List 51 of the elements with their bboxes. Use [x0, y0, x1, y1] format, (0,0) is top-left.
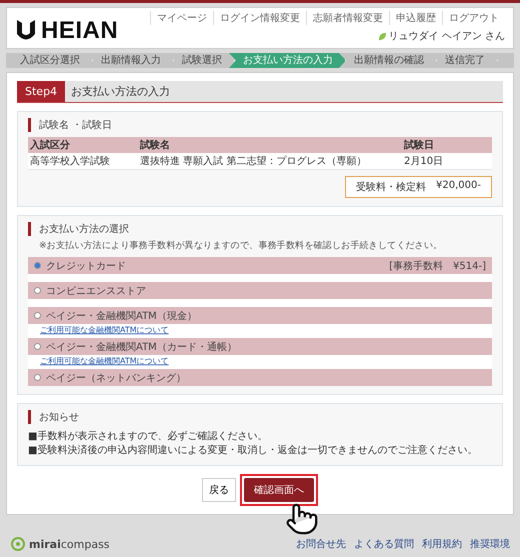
section-heading: 試験名 ・試験日: [28, 118, 492, 132]
payment-option[interactable]: ペイジー・金融機関ATM（カード・通帳）: [28, 338, 492, 355]
progress-step: お支払い方法の入力: [229, 53, 346, 68]
table-cell: 2月10日: [402, 153, 492, 170]
option-label: ペイジー・金融機関ATM（現金）: [46, 310, 197, 322]
radio-button[interactable]: [34, 343, 41, 350]
handling-fee: [事務手数料 ¥514-]: [389, 260, 486, 272]
footer-link[interactable]: 利用規約: [422, 537, 462, 551]
table-cell: 高等学校入学試験: [28, 153, 138, 170]
fee-label: 受験料・検定料: [356, 180, 426, 194]
option-label: コンビニエンスストア: [46, 284, 146, 298]
compass-logo-icon: [10, 536, 26, 552]
option-label: ペイジー・金融機関ATM（カード・通帳）: [46, 340, 237, 354]
radio-button[interactable]: [34, 374, 41, 381]
radio-button[interactable]: [34, 312, 41, 319]
back-button[interactable]: 戻る: [202, 478, 236, 502]
option-label: ペイジー（ネットバンキング）: [46, 372, 186, 384]
option-label: クレジットカード: [46, 260, 126, 272]
school-logo-text: HEIAN: [41, 17, 118, 45]
footer-link[interactable]: よくある質問: [354, 537, 414, 551]
notice-text: ■手数料が表示されますので、必ずご確認ください。: [28, 430, 268, 443]
notice-text: ■受験料決済後の申込内容間違いによる変更・取消し・返金は一切できませんのでご注意ください。: [28, 444, 478, 457]
brand-name: miraicompass: [29, 538, 110, 550]
payment-option[interactable]: ペイジー（ネットバンキング）: [28, 369, 492, 386]
nav-link[interactable]: ログアウト: [442, 11, 505, 25]
atm-info-link[interactable]: ご利用可能な金融機関ATMについて: [40, 357, 169, 367]
nav-link[interactable]: マイページ: [150, 11, 213, 25]
payment-option[interactable]: コンビニエンスストア: [28, 282, 492, 299]
payment-option[interactable]: クレジットカード [事務手数料 ¥514-]: [28, 257, 492, 274]
radio-button[interactable]: [34, 287, 41, 294]
section-heading: お支払い方法の選択: [28, 222, 492, 236]
nav-link[interactable]: ログイン情報変更: [213, 11, 306, 25]
column-header: 試験日: [402, 137, 492, 153]
nav-link[interactable]: 申込履歴: [389, 11, 442, 25]
footer-link[interactable]: 推奨環境: [470, 537, 510, 551]
footer-link[interactable]: お問合せ先: [296, 537, 346, 551]
page-title: お支払い方法の入力: [70, 84, 170, 100]
leaf-icon: [378, 32, 387, 40]
radio-button[interactable]: [34, 262, 41, 269]
confirm-button[interactable]: 確認画面へ: [244, 478, 314, 502]
payment-note: ※お支払い方法により事務手数料が異なりますので、事務手数料を確認しお手続きしてください。: [39, 239, 444, 252]
nav-link[interactable]: 志願者情報変更: [306, 11, 389, 25]
atm-info-link[interactable]: ご利用可能な金融機関ATMについて: [40, 326, 169, 336]
step-badge: Step4: [17, 81, 66, 102]
fee-amount: ¥20,000-: [436, 180, 481, 193]
user-name: リュウダイ ヘイアン さん: [388, 30, 505, 43]
payment-option[interactable]: ペイジー・金融機関ATM（現金）: [28, 307, 492, 324]
section-heading: お知らせ: [28, 410, 492, 424]
column-header: 入試区分: [28, 137, 138, 153]
table-cell: 選抜特進 専願入試 第二志望：プログレス（専願）: [138, 153, 402, 170]
column-header: 試験名: [138, 137, 402, 153]
